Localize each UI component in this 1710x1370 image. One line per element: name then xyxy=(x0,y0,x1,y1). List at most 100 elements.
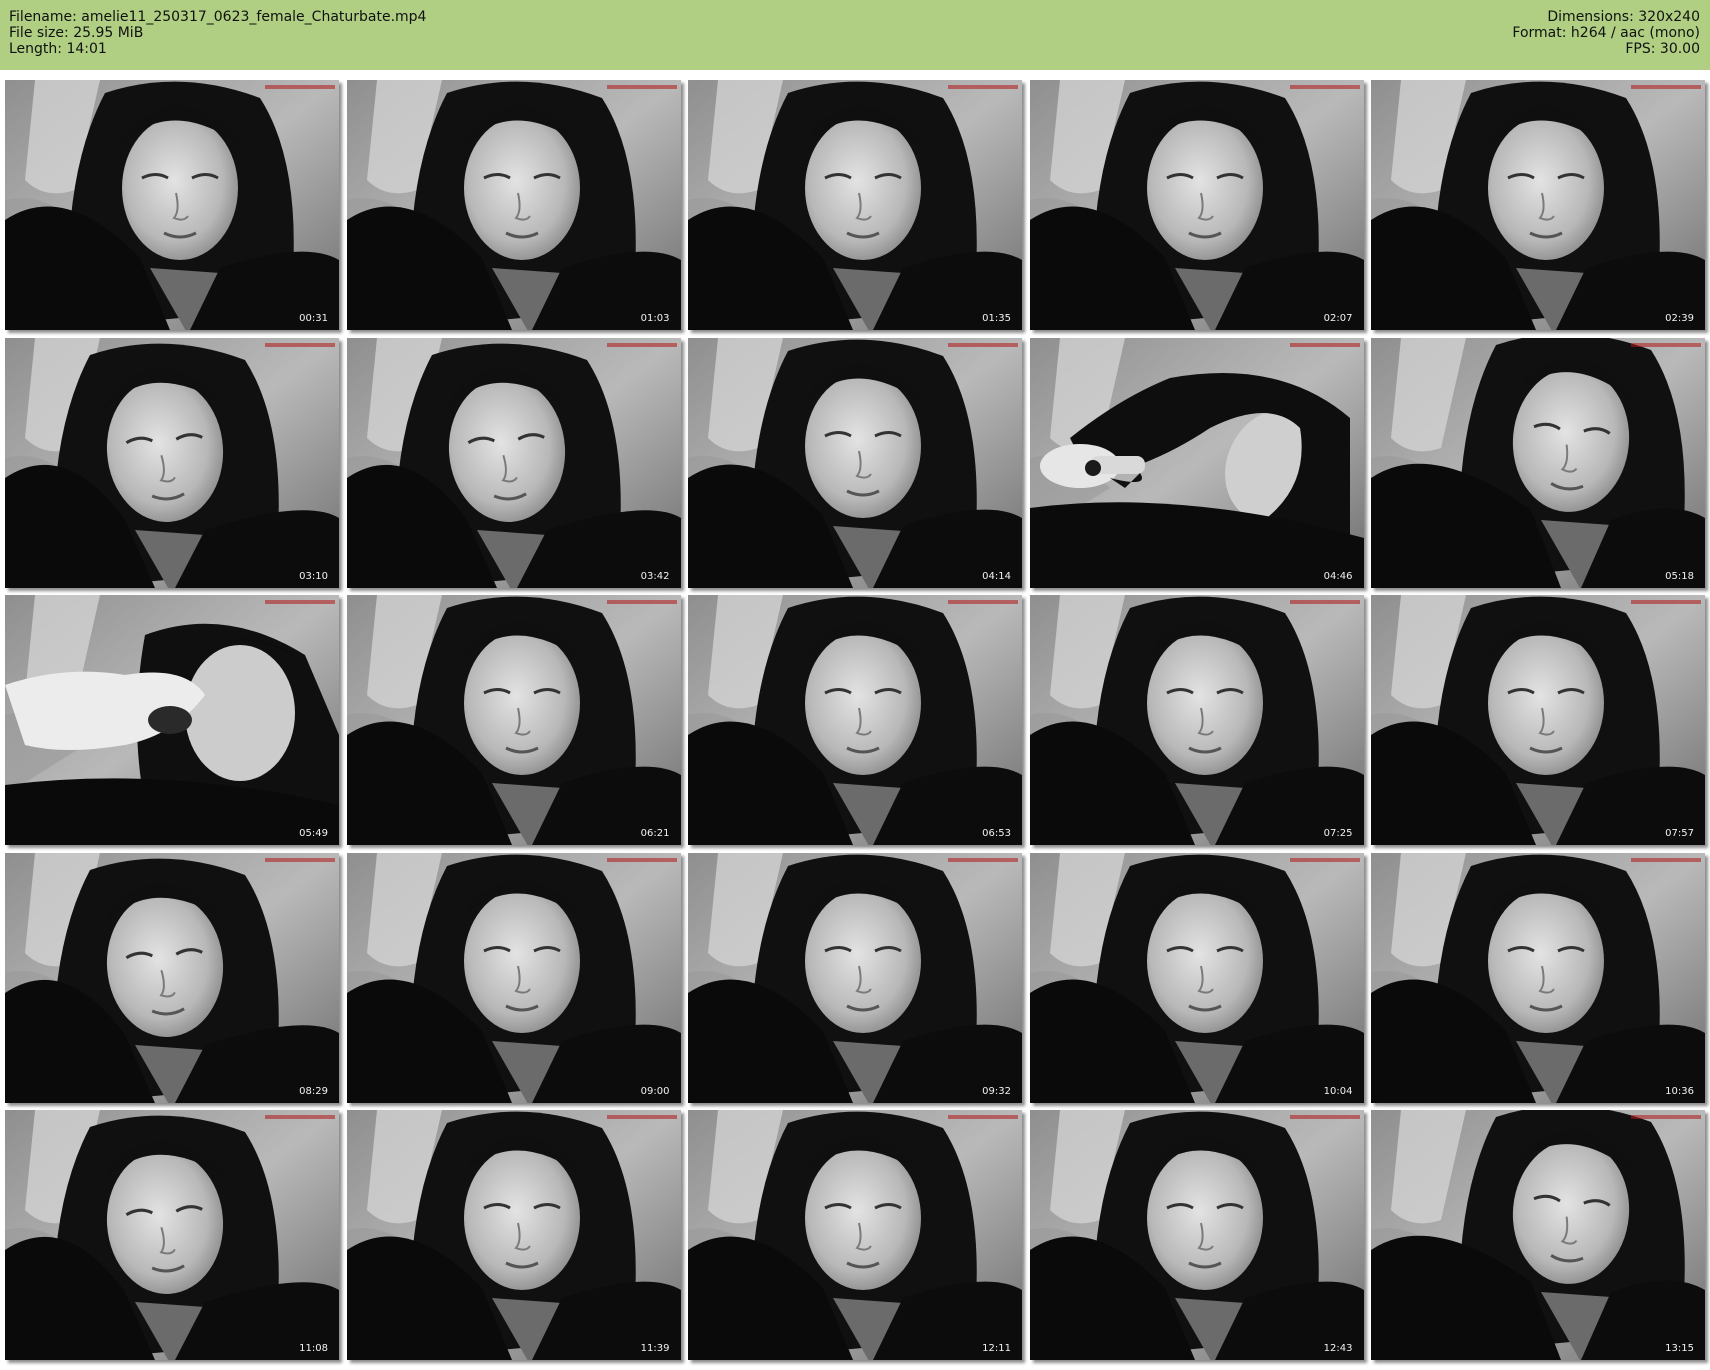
video-thumbnail: 05:18 xyxy=(1371,337,1705,588)
video-thumbnail: 13:15 xyxy=(1371,1110,1705,1360)
watermark-logo xyxy=(948,857,1018,862)
video-thumbnail: 06:21 xyxy=(346,595,681,845)
video-thumbnail: 02:07 xyxy=(1029,80,1364,330)
thumbnail-timestamp: 13:15 xyxy=(1665,1343,1694,1354)
video-thumbnail: 12:43 xyxy=(1029,1110,1364,1360)
thumbnail-timestamp: 02:07 xyxy=(1323,313,1353,324)
thumbnail-frame-image xyxy=(1371,337,1705,588)
thumbnail-timestamp: 05:18 xyxy=(1665,570,1694,582)
watermark-logo xyxy=(1289,85,1360,89)
video-thumbnail: 01:35 xyxy=(688,80,1022,330)
thumbnail-timestamp: 11:08 xyxy=(299,1343,328,1354)
video-thumbnail: 07:57 xyxy=(1371,595,1705,845)
watermark-logo xyxy=(265,1115,335,1119)
thumbnail-frame-image xyxy=(1029,852,1364,1103)
thumbnail-frame-image xyxy=(1029,337,1364,588)
thumbnail-frame-image xyxy=(5,595,339,845)
thumbnail-timestamp: 10:04 xyxy=(1323,1085,1353,1097)
info-header: Filename: amelie11_250317_0623_female_Ch… xyxy=(0,0,1710,70)
thumbnail-frame-image xyxy=(688,1110,1022,1360)
thumbnail-frame-image xyxy=(1371,80,1705,330)
thumbnail-frame-image xyxy=(5,80,339,330)
watermark-logo xyxy=(1289,342,1360,347)
watermark-logo xyxy=(265,857,335,862)
thumbnail-timestamp: 06:21 xyxy=(640,828,670,839)
video-thumbnail: 11:08 xyxy=(5,1110,339,1360)
video-thumbnail: 09:32 xyxy=(688,852,1022,1103)
thumbnail-frame-image xyxy=(346,852,681,1103)
watermark-logo xyxy=(606,600,677,604)
thumbnail-timestamp: 03:42 xyxy=(640,570,670,582)
watermark-logo xyxy=(1289,857,1360,862)
thumbnail-timestamp: 12:43 xyxy=(1323,1343,1353,1354)
thumbnail-timestamp: 04:14 xyxy=(982,570,1011,582)
thumbnail-frame-image xyxy=(688,595,1022,845)
watermark-logo xyxy=(606,85,677,89)
video-thumbnail: 10:04 xyxy=(1029,852,1364,1103)
watermark-logo xyxy=(948,600,1018,604)
thumbnail-frame-image xyxy=(1029,1110,1364,1360)
thumbnail-frame-image xyxy=(1371,1110,1705,1360)
format-text: Format: h264 / aac (mono) xyxy=(1512,25,1700,41)
thumbnail-timestamp: 09:00 xyxy=(640,1085,670,1097)
thumbnail-frame-image xyxy=(1029,80,1364,330)
filename-text: Filename: amelie11_250317_0623_female_Ch… xyxy=(9,9,427,25)
dimensions-text: Dimensions: 320x240 xyxy=(1547,9,1700,25)
watermark-logo xyxy=(606,342,677,347)
thumbnail-frame-image xyxy=(5,852,339,1103)
thumbnail-timestamp: 02:39 xyxy=(1665,313,1694,324)
video-thumbnail: 05:49 xyxy=(5,595,339,845)
watermark-logo xyxy=(948,85,1018,89)
file-info-left: Filename: amelie11_250317_0623_female_Ch… xyxy=(9,9,426,57)
thumbnail-timestamp: 12:11 xyxy=(982,1343,1011,1354)
video-thumbnail: 08:29 xyxy=(5,852,339,1103)
thumbnail-frame-image xyxy=(346,1110,681,1360)
video-thumbnail: 02:39 xyxy=(1371,80,1705,330)
thumbnail-timestamp: 08:29 xyxy=(299,1085,328,1097)
video-thumbnail: 09:00 xyxy=(346,852,681,1103)
thumbnail-frame-image xyxy=(5,337,339,588)
watermark-logo xyxy=(1631,857,1701,862)
thumbnail-frame-image xyxy=(5,1110,339,1360)
watermark-logo xyxy=(1631,1115,1701,1119)
video-thumbnail: 10:36 xyxy=(1371,852,1705,1103)
thumbnail-frame-image xyxy=(346,80,681,330)
video-thumbnail: 03:10 xyxy=(5,337,339,588)
watermark-logo xyxy=(606,1115,677,1119)
thumbnail-timestamp: 03:10 xyxy=(299,570,328,582)
watermark-logo xyxy=(265,85,335,89)
watermark-logo xyxy=(1631,85,1701,89)
thumbnail-frame-image xyxy=(1371,595,1705,845)
file-info-right: Dimensions: 320x240 Format: h264 / aac (… xyxy=(1512,9,1700,57)
thumbnail-timestamp: 07:25 xyxy=(1323,828,1353,839)
thumbnail-timestamp: 00:31 xyxy=(299,313,328,324)
video-thumbnail: 01:03 xyxy=(346,80,681,330)
watermark-logo xyxy=(1631,600,1701,604)
thumbnail-frame-image xyxy=(346,595,681,845)
watermark-logo xyxy=(948,1115,1018,1119)
watermark-logo xyxy=(606,857,677,862)
thumbnail-timestamp: 10:36 xyxy=(1665,1085,1694,1097)
thumbnail-frame-image xyxy=(688,80,1022,330)
thumbnail-frame-image xyxy=(1371,852,1705,1103)
watermark-logo xyxy=(1631,342,1701,347)
video-thumbnail: 04:46 xyxy=(1029,337,1364,588)
file-size-text: File size: 25.95 MiB xyxy=(9,25,144,41)
thumbnail-timestamp: 09:32 xyxy=(982,1085,1011,1097)
length-text: Length: 14:01 xyxy=(9,41,107,57)
video-thumbnail: 06:53 xyxy=(688,595,1022,845)
thumbnail-grid: 00:31 01:03 01:35 02:07 02:39 03:10 03:4… xyxy=(5,80,1705,1365)
thumbnail-timestamp: 05:49 xyxy=(299,828,328,839)
video-thumbnail: 11:39 xyxy=(346,1110,681,1360)
thumbnail-timestamp: 01:35 xyxy=(982,313,1011,324)
thumbnail-timestamp: 04:46 xyxy=(1323,570,1353,582)
thumbnail-frame-image xyxy=(1029,595,1364,845)
watermark-logo xyxy=(265,342,335,347)
thumbnail-timestamp: 01:03 xyxy=(640,313,670,324)
thumbnail-timestamp: 06:53 xyxy=(982,828,1011,839)
watermark-logo xyxy=(1289,600,1360,604)
watermark-logo xyxy=(948,342,1018,347)
video-thumbnail: 00:31 xyxy=(5,80,339,330)
thumbnail-timestamp: 11:39 xyxy=(640,1343,670,1354)
thumbnail-frame-image xyxy=(346,337,681,588)
